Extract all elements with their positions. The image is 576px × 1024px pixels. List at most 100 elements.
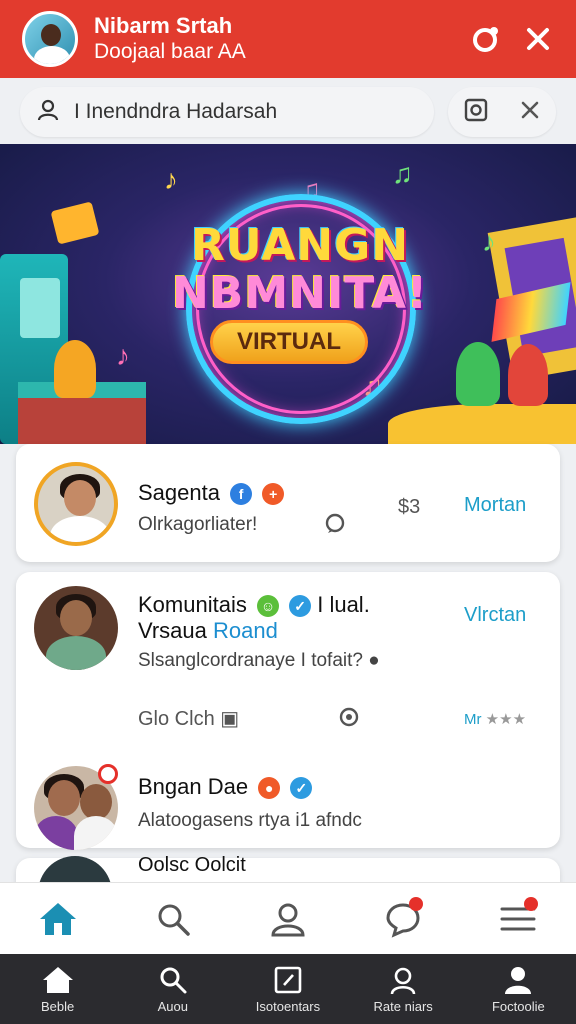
avatar-body xyxy=(46,636,106,670)
header-titles: Nibarm Srtah Doojaal baar AA xyxy=(94,13,454,65)
avatar-body xyxy=(74,816,118,850)
facebook-icon: f xyxy=(230,483,253,506)
card-title: Oolsc Oolcit xyxy=(138,854,246,876)
music-note-icon: ♪ xyxy=(482,226,496,257)
verified-icon: ✓ xyxy=(290,777,313,800)
home-icon xyxy=(39,902,76,935)
people-icon xyxy=(390,967,416,994)
rating: Mr ★★★ xyxy=(464,710,526,728)
avatar-face xyxy=(80,784,112,820)
verified-icon: ✓ xyxy=(289,595,312,618)
tab-search[interactable] xyxy=(143,889,203,949)
clear-icon[interactable] xyxy=(519,99,541,126)
sysnav-label: Auou xyxy=(157,998,188,1014)
card-subtitle-text: Slsanglcordranaye I tofait? xyxy=(138,650,363,671)
character-illustration xyxy=(54,340,96,398)
rating-prefix: Mr xyxy=(464,711,482,728)
card-title-line2: Vrsaua Roand xyxy=(138,618,278,644)
card-subtitle: Olrkagorliater! xyxy=(138,514,258,535)
banner-title-line1: RUANGN xyxy=(190,220,410,271)
sysnav-edit[interactable]: Isotoentars xyxy=(238,965,338,1014)
card-name: Sagenta xyxy=(138,480,220,505)
card-title: Komunitais ☺ ✓ I lual. xyxy=(138,592,370,618)
card-title: Sagenta f + xyxy=(138,480,285,506)
banner-title: RUANGN NBMNITA! xyxy=(150,222,450,318)
notification-dot-icon xyxy=(409,896,424,911)
notification-icon[interactable] xyxy=(466,19,506,59)
member-count: $3 xyxy=(398,496,421,518)
smile-badge-icon: ☺ xyxy=(256,595,279,618)
card-subtitle: Slsanglcordranaye I tofait? ● xyxy=(138,650,380,672)
camera-icon[interactable] xyxy=(463,97,489,128)
banner-virtual-pill: VIRTUAL xyxy=(210,320,368,364)
app-root: Nibarm Srtah Doojaal baar AA I Inendndra… xyxy=(0,0,576,1024)
card-name-suffix: I lual. xyxy=(317,592,370,617)
search-icon xyxy=(158,904,190,936)
notification-dot-icon xyxy=(524,896,539,911)
join-button[interactable]: Mortan xyxy=(464,494,526,517)
dancer-illustration xyxy=(508,344,548,406)
gallery-icon: ▣ xyxy=(220,708,240,730)
profile-avatar[interactable] xyxy=(22,11,78,67)
list-item[interactable]: Komunitais ☺ ✓ I lual. Vrsaua Roand Slsa… xyxy=(16,572,560,850)
profile-icon xyxy=(271,903,305,936)
join-button[interactable]: Vlrctan xyxy=(464,604,526,627)
music-note-icon: ♪ xyxy=(116,340,130,371)
sysnav-label: Isotoentars xyxy=(255,998,321,1014)
more-icon: ● xyxy=(368,650,380,671)
tab-profile[interactable] xyxy=(258,889,318,949)
community-feed: Sagenta f + Olrkagorliater! $3 Mortan Ko… xyxy=(0,444,576,930)
plus-badge-icon: + xyxy=(262,483,285,506)
sysnav-label: Rate niars xyxy=(373,998,433,1014)
dancer-illustration xyxy=(456,342,500,406)
app-tab-bar xyxy=(0,882,576,954)
avatar-face xyxy=(60,600,92,636)
sysnav-label: Beble xyxy=(40,998,75,1014)
list-item[interactable]: Sagenta f + Olrkagorliater! $3 Mortan xyxy=(16,444,560,562)
edit-icon xyxy=(274,966,302,993)
avatar xyxy=(34,462,118,546)
sysnav-home[interactable]: Beble xyxy=(8,965,108,1014)
header-title: Nibarm Srtah xyxy=(94,13,233,38)
search-tools xyxy=(448,87,556,137)
search-bar: I Inendndra Hadarsah xyxy=(20,86,556,138)
tab-home[interactable] xyxy=(28,889,88,949)
search-input-value: I Inendndra Hadarsah xyxy=(74,100,278,123)
card-subtitle: Alatoogasens rtya i1 afndc xyxy=(138,810,362,831)
card-name-prefix: Vrsaua xyxy=(138,618,207,643)
avatar-face xyxy=(64,480,96,516)
search-icon xyxy=(160,967,187,993)
comment-icon[interactable] xyxy=(324,512,346,540)
avatar-face xyxy=(48,780,80,816)
card-footer-label: Glo Clch ▣ xyxy=(138,706,239,731)
banner-title-line2: NBMNITA! xyxy=(171,268,429,319)
star-icon: ★★★ xyxy=(485,711,527,728)
sysnav-search[interactable]: Auou xyxy=(123,965,223,1014)
card-title: Bngan Dae ● ✓ xyxy=(138,774,313,800)
user-icon xyxy=(36,98,60,127)
dj-desk-illustration xyxy=(18,382,146,444)
sysnav-people[interactable]: Rate niars xyxy=(353,965,453,1014)
account-icon xyxy=(505,966,532,994)
sysnav-account[interactable]: Foctoolie xyxy=(468,965,568,1014)
gift-box-illustration xyxy=(50,201,100,245)
home-icon xyxy=(42,966,73,993)
stage-illustration xyxy=(388,404,576,444)
music-note-icon: ♪ xyxy=(164,164,178,195)
avatar xyxy=(34,586,118,670)
music-note-icon: ♫ xyxy=(392,158,413,189)
sysnav-label: Foctoolie xyxy=(491,998,545,1014)
close-icon[interactable] xyxy=(518,19,558,59)
fire-badge-icon: ● xyxy=(258,777,281,800)
card-name: Bngan Dae xyxy=(138,774,249,799)
card-name-accent: Roand xyxy=(213,618,278,643)
system-nav-bar: Beble Auou Isotoentars Rate niars Foctoo… xyxy=(0,954,576,1024)
promo-banner[interactable]: ♪ ♫ ♫ ♪ ♪ ♫ RUANGN NBMNITA! VIRTUAL xyxy=(0,144,576,444)
search-input[interactable]: I Inendndra Hadarsah xyxy=(20,87,434,137)
tab-messages[interactable] xyxy=(373,889,433,949)
footer-label-text: Glo Clch xyxy=(138,708,215,730)
tab-menu[interactable] xyxy=(488,889,548,949)
avatar-body xyxy=(34,816,78,850)
comment-icon[interactable] xyxy=(338,706,360,734)
avatar-body xyxy=(50,516,110,542)
